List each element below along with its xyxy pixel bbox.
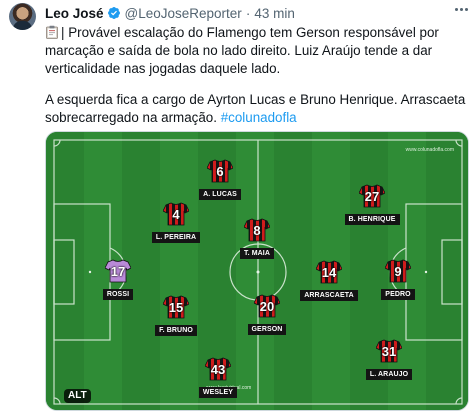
author-name[interactable]: Leo José [45,6,104,21]
jersey-icon: 43 [205,357,231,381]
player-number: 9 [394,264,402,279]
player-name-label: T. MAIA [240,248,274,259]
author-handle[interactable]: @LeoJoseReporter [125,6,242,21]
player-t-maia: 8 T. MAIA [227,218,287,260]
goalkeeper-shirt-icon: 17 [105,259,131,283]
player-number: 20 [259,299,275,314]
player-number: 6 [216,164,224,179]
tweet-paragraph-1: | Provável escalação do Flamengo tem Ger… [45,24,470,79]
player-gerson: 20 GERSON [237,294,297,336]
avatar[interactable] [9,3,36,30]
player-pedro: 9 PEDRO [368,259,428,301]
player-number: 4 [172,207,180,222]
player-name-label: B. HENRIQUE [344,214,400,225]
player-number: 17 [110,264,126,279]
player-f-bruno: 15 F. BRUNO [146,295,206,337]
jersey-icon: 6 [207,159,233,183]
jersey-icon: 27 [359,184,385,208]
hashtag-link[interactable]: #colunadofla [221,110,297,125]
alt-text-badge[interactable]: ALT [64,389,91,403]
player-l-pereira: 4 L. PEREIRA [146,202,206,244]
more-dots-icon[interactable] [455,6,471,12]
player-name-label: ARRASCAETA [300,290,358,301]
player-name-label: A. LUCAS [199,189,241,200]
tweet: Leo José @LeoJoseReporter · 43 min | Pro… [0,0,474,418]
player-arrascaeta: 14 ARRASCAETA [299,260,359,302]
verified-badge-icon [107,6,121,20]
clipboard-icon [45,25,59,39]
image-credit-top: www.colunadofla.com [405,147,454,153]
player-number: 43 [210,362,226,377]
player-name-label: GERSON [247,324,287,335]
jersey-icon: 14 [316,260,342,284]
player-number: 27 [364,189,380,204]
separator-dot: · [245,5,251,21]
player-b-henrique: 27 B. HENRIQUE [342,184,402,226]
jersey-icon: 9 [385,259,411,283]
player-name-label: F. BRUNO [155,325,197,336]
jersey-icon: 15 [163,295,189,319]
player-number: 14 [321,265,337,280]
player-a-lucas: 6 A. LUCAS [190,159,250,201]
tweet-paragraph-2: A esquerda fica a cargo de Ayrton Lucas … [45,91,470,127]
player-name-label: L. ARAUJO [365,369,413,380]
tweet-header: Leo José @LeoJoseReporter · 43 min [45,5,295,21]
jersey-icon: 31 [376,339,402,363]
tweet-text-line1: | Provável escalação do Flamengo tem Ger… [45,25,439,77]
timestamp[interactable]: 43 min [254,6,295,21]
jersey-icon: 8 [244,218,270,242]
player-wesley: 43 WESLEY [188,357,248,399]
lineup-image[interactable]: www.colunadofla.com www.lacrivirtual.com… [45,131,469,411]
player-name-label: PEDRO [381,289,415,300]
tweet-text: | Provável escalação do Flamengo tem Ger… [45,24,470,127]
player-number: 15 [168,300,184,315]
player-number: 8 [253,223,261,238]
jersey-icon: 20 [254,294,280,318]
jersey-icon: 4 [163,202,189,226]
player-rossi: 17 ROSSI [88,259,148,301]
player-l-araujo: 31 L. ARAUJO [359,339,419,381]
player-number: 31 [381,344,397,359]
player-name-label: ROSSI [102,289,134,300]
player-name-label: L. PEREIRA [151,232,201,243]
player-name-label: WESLEY [198,387,238,398]
